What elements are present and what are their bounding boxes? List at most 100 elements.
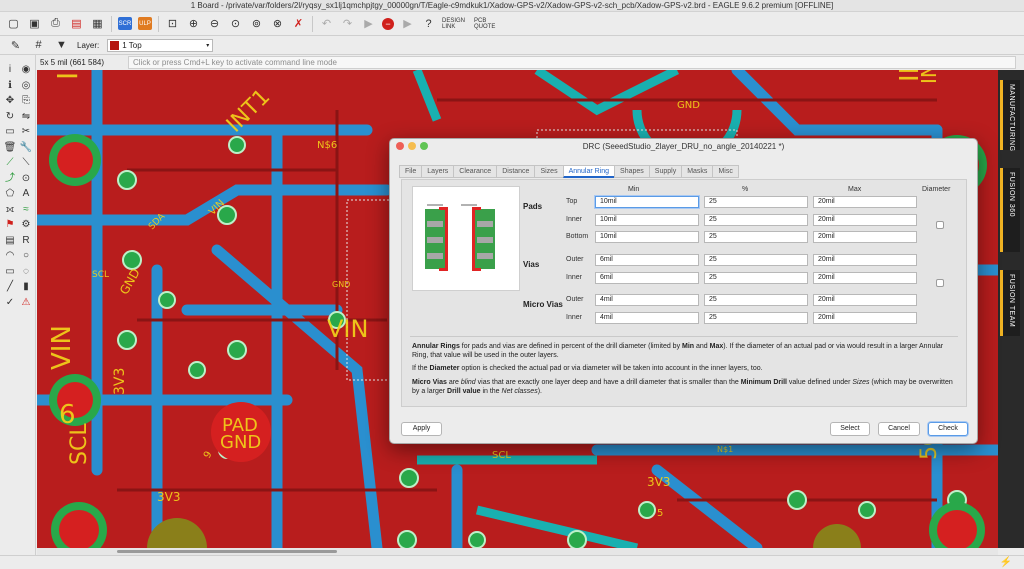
zoom-select-icon[interactable]: ⊚ — [249, 16, 264, 31]
wire-icon[interactable]: ⟋ — [3, 156, 17, 169]
tab-sizes[interactable]: Sizes — [534, 165, 563, 178]
ulp-button[interactable]: ULP — [138, 17, 152, 30]
hole-icon[interactable]: ◌ — [19, 265, 33, 278]
ring-min-input[interactable]: 10mil — [595, 231, 699, 243]
delete-icon[interactable]: 🗑 — [3, 141, 17, 154]
tab-supply[interactable]: Supply — [648, 165, 682, 178]
undo-icon[interactable]: ↶ — [319, 16, 334, 31]
via-icon[interactable]: ⊙ — [19, 172, 33, 185]
ring-min-input[interactable]: 10mil — [595, 196, 699, 208]
zoom-icon[interactable] — [420, 142, 428, 150]
ring-max-input[interactable]: 20mil — [813, 231, 917, 243]
board-icon[interactable]: ▦ — [90, 16, 105, 31]
design-link-button[interactable]: DESIGN LINK — [442, 16, 468, 31]
ring-max-input[interactable]: 20mil — [813, 214, 917, 226]
copy-icon[interactable]: ⎘ — [19, 94, 33, 107]
tab-file[interactable]: File — [399, 165, 422, 178]
optimize-icon[interactable]: ⚙ — [19, 218, 33, 231]
circle-icon[interactable]: ○ — [19, 249, 33, 262]
zoom-fit-icon[interactable]: ⊡ — [165, 16, 180, 31]
ring-max-input[interactable]: 20mil — [813, 254, 917, 266]
group-icon[interactable]: ▭ — [3, 125, 17, 138]
ring-max-input[interactable]: 20mil — [813, 272, 917, 284]
help-icon[interactable]: ? — [421, 16, 436, 31]
horizontal-scrollbar[interactable] — [37, 548, 998, 555]
ring-min-input[interactable]: 6mil — [595, 272, 699, 284]
line-icon[interactable]: ╱ — [3, 280, 17, 293]
tab-fusion-team[interactable]: FUSION TEAM — [1000, 270, 1020, 336]
ripup-icon[interactable]: ⟍ — [19, 156, 33, 169]
cancel-button[interactable]: Cancel — [878, 422, 920, 436]
ring-pct-input[interactable]: 25 — [704, 196, 808, 208]
ring-pct-input[interactable]: 25 — [704, 312, 808, 324]
tab-clearance[interactable]: Clearance — [453, 165, 497, 178]
signal-icon[interactable]: ≈ — [19, 203, 33, 216]
cam-icon[interactable]: ▤ — [69, 16, 84, 31]
smd-icon[interactable]: ▮ — [19, 280, 33, 293]
ring-pct-input[interactable]: 25 — [704, 231, 808, 243]
tab-shapes[interactable]: Shapes — [614, 165, 649, 178]
minimize-icon[interactable] — [408, 142, 416, 150]
layer-visibility-icon[interactable]: i — [3, 63, 17, 76]
cut-icon[interactable]: ✂ — [19, 125, 33, 138]
tab-layers[interactable]: Layers — [421, 165, 454, 178]
ring-max-input[interactable]: 20mil — [813, 312, 917, 324]
tab-annular-ring[interactable]: Annular Ring — [562, 165, 615, 178]
new-file-icon[interactable]: ▢ — [6, 16, 21, 31]
apply-button[interactable]: Apply — [401, 422, 442, 436]
show-icon[interactable]: ◎ — [19, 79, 33, 92]
ring-pct-input[interactable]: 25 — [704, 254, 808, 266]
arc-icon[interactable]: ◠ — [3, 249, 17, 262]
ring-min-input[interactable]: 6mil — [595, 254, 699, 266]
tab-manufacturing[interactable]: MANUFACTURING — [1000, 80, 1020, 152]
filter-icon[interactable]: ▼ — [54, 38, 69, 53]
ring-min-input[interactable]: 4mil — [595, 312, 699, 324]
go-icon[interactable]: ▶ — [400, 16, 415, 31]
run-icon[interactable]: ▶ — [361, 16, 376, 31]
route-icon[interactable]: ⤴ — [3, 172, 17, 185]
close-icon[interactable] — [396, 142, 404, 150]
zoom-area-icon[interactable]: ⊗ — [270, 16, 285, 31]
select-button[interactable]: Select — [830, 422, 870, 436]
ring-max-input[interactable]: 20mil — [813, 294, 917, 306]
pcb-quote-button[interactable]: PCB QUOTE — [474, 16, 500, 31]
rotate-icon[interactable]: ↻ — [3, 110, 17, 123]
scrollbar-thumb[interactable] — [117, 550, 337, 553]
zoom-redraw-icon[interactable]: ⊙ — [228, 16, 243, 31]
command-line-input[interactable]: Click or press Cmd+L key to activate com… — [128, 56, 1016, 69]
ring-max-input[interactable]: 20mil — [813, 196, 917, 208]
warning-icon[interactable]: ⚠ — [19, 296, 33, 309]
zoom-out-icon[interactable]: ⊖ — [207, 16, 222, 31]
diameter-vias-checkbox[interactable] — [936, 279, 944, 287]
ring-min-input[interactable]: 10mil — [595, 214, 699, 226]
save-icon[interactable]: ▣ — [27, 16, 42, 31]
move-icon[interactable]: ✥ — [3, 94, 17, 107]
info-icon[interactable]: ℹ — [3, 79, 17, 92]
tab-misc[interactable]: Misc — [712, 165, 739, 178]
ring-pct-input[interactable]: 25 — [704, 294, 808, 306]
lightning-icon[interactable]: ⚡ — [1000, 557, 1012, 568]
ring-pct-input[interactable]: 25 — [704, 214, 808, 226]
wrench-icon[interactable]: 🔧 — [19, 141, 33, 154]
eye-icon[interactable]: ◉ — [19, 63, 33, 76]
grid-icon[interactable]: # — [31, 38, 46, 53]
pencil-icon[interactable]: ✎ — [8, 38, 23, 53]
ratsnest-icon[interactable]: ✗ — [291, 16, 306, 31]
ring-pct-input[interactable]: 25 — [704, 272, 808, 284]
print-icon[interactable]: ⎙ — [48, 16, 63, 31]
tab-fusion-360[interactable]: FUSION 360 — [1000, 168, 1020, 252]
stop-icon[interactable]: − — [382, 17, 394, 30]
ring-min-input[interactable]: 4mil — [595, 294, 699, 306]
zoom-in-icon[interactable]: ⊕ — [186, 16, 201, 31]
check-icon[interactable]: ✓ — [3, 296, 17, 309]
tab-masks[interactable]: Masks — [681, 165, 713, 178]
check-button[interactable]: Check — [928, 422, 968, 436]
drc-icon[interactable]: ⚑ — [3, 218, 17, 231]
rect-icon[interactable]: ▭ — [3, 265, 17, 278]
diameter-pads-checkbox[interactable] — [936, 221, 944, 229]
split-icon[interactable]: ⟗ — [3, 203, 17, 216]
layer-select[interactable]: 1 Top ▾ — [107, 38, 214, 52]
scr-button[interactable]: SCR — [118, 17, 132, 30]
cam-icon[interactable]: ▤ — [3, 234, 17, 247]
r2-icon[interactable]: R — [19, 234, 33, 247]
